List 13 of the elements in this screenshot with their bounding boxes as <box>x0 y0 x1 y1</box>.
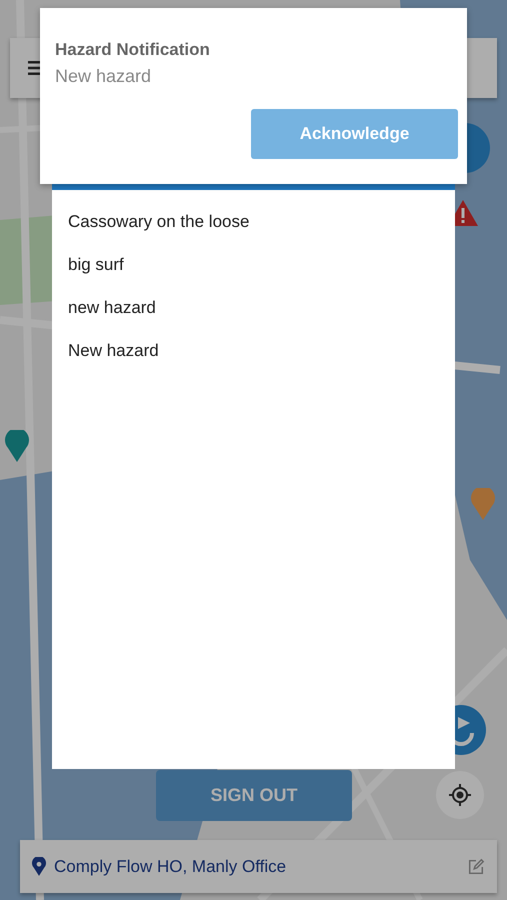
dialog-message: New hazard <box>55 66 152 87</box>
pin-icon <box>471 488 495 520</box>
location-name: Comply Flow HO, Manly Office <box>54 856 288 876</box>
location-pin-icon <box>32 857 46 876</box>
dialog-title: Hazard Notification <box>55 40 211 60</box>
hazard-item[interactable]: new hazard <box>52 292 455 323</box>
location-bar[interactable]: Comply Flow HO, Manly Office <box>20 840 497 893</box>
hazard-item[interactable]: New hazard <box>52 335 455 366</box>
pin-icon <box>5 430 29 462</box>
hazard-item[interactable]: big surf <box>52 249 455 280</box>
target-icon <box>448 783 472 807</box>
hazard-item[interactable]: Cassowary on the loose <box>52 206 455 237</box>
edit-icon[interactable] <box>467 858 485 876</box>
